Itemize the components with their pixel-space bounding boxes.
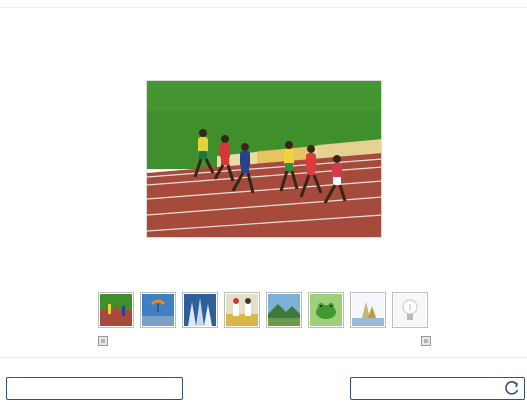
race-track-photo (100, 294, 132, 326)
thumb-fencing[interactable] (224, 292, 260, 328)
thumb-landscape[interactable] (266, 292, 302, 328)
ice-formation-photo (184, 294, 216, 326)
gallery-page (0, 0, 527, 403)
left-text-field[interactable] (6, 377, 183, 400)
thumb-paraglider[interactable] (140, 292, 176, 328)
prev-arrow-icon[interactable] (98, 336, 108, 346)
sculpture-photo (352, 294, 384, 326)
mountain-landscape-photo (268, 294, 300, 326)
right-text-field[interactable] (350, 377, 525, 400)
lightbulb-photo (394, 294, 426, 326)
fencing-photo (226, 294, 258, 326)
top-divider (0, 7, 527, 8)
thumbnail-strip (96, 292, 436, 332)
next-arrow-icon[interactable] (421, 336, 431, 346)
thumb-sculpture[interactable] (350, 292, 386, 328)
sprinters-race-photo (147, 81, 381, 237)
thumb-lightbulb[interactable] (392, 292, 428, 328)
thumb-ice[interactable] (182, 292, 218, 328)
sky-paraglider-photo (142, 294, 174, 326)
refresh-icon[interactable] (503, 379, 521, 397)
thumb-frog[interactable] (308, 292, 344, 328)
bottom-divider (0, 357, 527, 358)
main-photo[interactable] (146, 80, 382, 238)
green-frog-photo (310, 294, 342, 326)
thumb-sprinters[interactable] (98, 292, 134, 328)
